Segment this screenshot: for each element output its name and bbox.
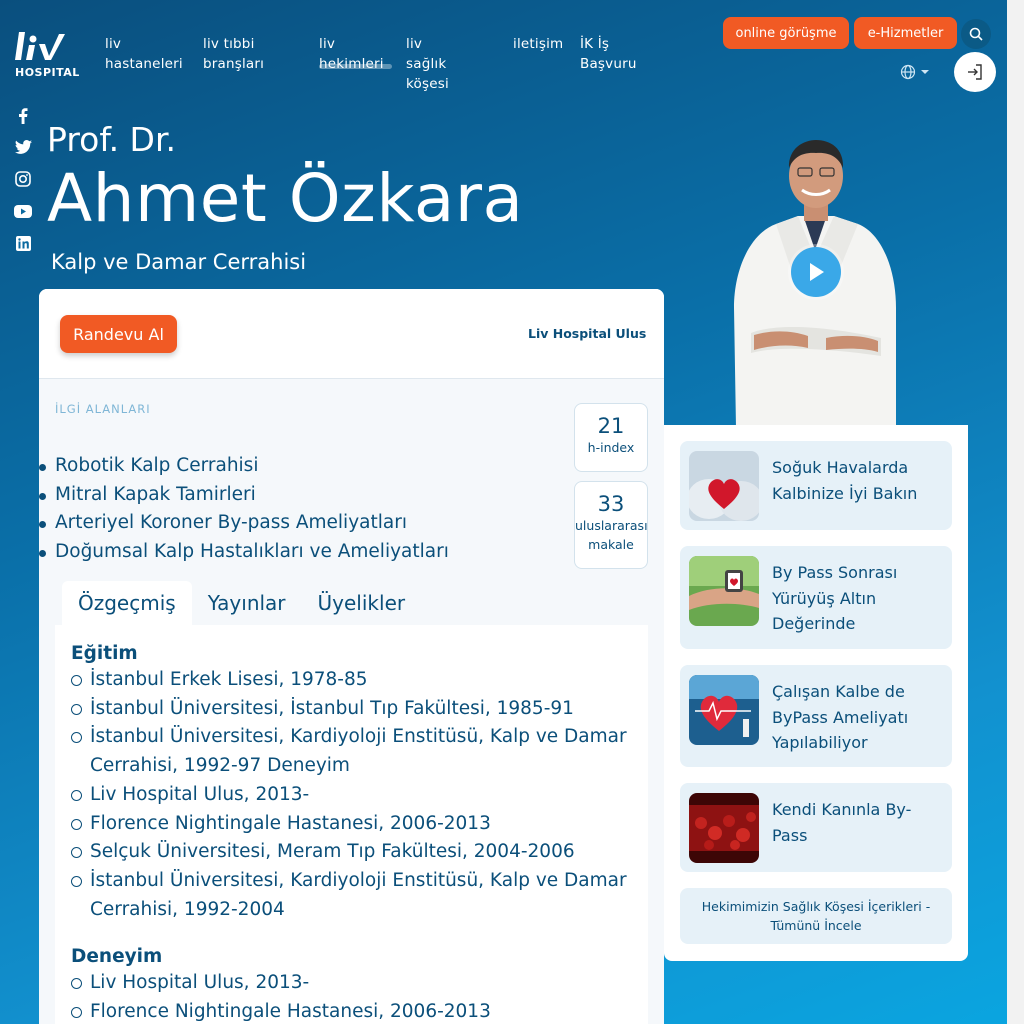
health-corner-card: Soğuk Havalarda Kalbinize İyi Bakın By P… [664,425,968,961]
list-item: Florence Nightingale Hastanesi, 2006-201… [71,810,632,839]
education-heading: Eğitim [71,643,138,664]
scrollbar[interactable] [1007,0,1024,1024]
play-icon [810,263,824,281]
list-item: İstanbul Üniversitesi, İstanbul Tıp Fakü… [71,695,632,724]
nav-item-iletisim[interactable]: iletişim [513,34,563,54]
article-count-stat: 33 uluslararası makale [574,481,648,569]
doctor-info-card: Randevu Al Liv Hospital Ulus İLGİ ALANLA… [39,289,664,1024]
stat-label: makale [588,537,634,552]
youtube-icon[interactable] [14,202,32,220]
search-icon [969,27,983,41]
list-item: Florence Nightingale Hastanesi, 2006-201… [71,998,632,1024]
nav-item-hekimler[interactable]: liv hekimleri [319,34,392,74]
list-item: Liv Hospital Ulus, 2013- [71,969,632,998]
nav-item-saglik-kosesi[interactable]: liv sağlık köşesi [406,34,449,94]
doctor-name: Ahmet Özkara [47,160,524,237]
nav-item-ik-basvuru[interactable]: İK İş Başvuru [580,34,637,74]
hospital-link[interactable]: Liv Hospital Ulus [528,326,646,341]
view-all-posts-button[interactable]: Hekimimizin Sağlık Köşesi İçerikleri - T… [680,888,952,944]
list-item: Mitral Kapak Tamirleri [39,481,449,510]
interests-list: Robotik Kalp Cerrahisi Mitral Kapak Tami… [39,452,449,567]
post-thumbnail [689,675,759,745]
randevu-al-button[interactable]: Randevu Al [60,315,177,353]
list-item: Selçuk Üniversitesi, Meram Tıp Fakültesi… [71,838,632,867]
nav-item-hastaneler[interactable]: liv hastaneleri [105,34,183,74]
stat-label: h-index [587,440,635,455]
tab-uyelikler[interactable]: Üyelikler [302,581,422,625]
stat-label: uluslararası [575,518,648,533]
linkedin-icon[interactable] [14,234,32,252]
post-card[interactable]: Kendi Kanınla By-Pass [680,783,952,872]
post-title: Kendi Kanınla By-Pass [772,800,912,845]
list-item: İstanbul Üniversitesi, Kardiyoloji Ensti… [71,867,632,924]
list-item: Liv Hospital Ulus, 2013- [71,781,632,810]
list-item: İstanbul Üniversitesi, Kardiyoloji Ensti… [71,723,632,780]
post-card[interactable]: Çalışan Kalbe de ByPass Ameliyatı Yapıla… [680,665,952,767]
card-header: Randevu Al Liv Hospital Ulus [39,289,664,379]
liv-hospital-logo[interactable]: HOSPITAL [15,30,83,82]
e-hizmetler-button[interactable]: e-Hizmetler [854,17,957,49]
login-button[interactable] [954,52,996,92]
instagram-icon[interactable] [14,170,32,188]
twitter-icon[interactable] [14,138,32,156]
caret-down-icon [921,70,929,74]
globe-icon [900,64,916,80]
doctor-specialty: Kalp ve Damar Cerrahisi [51,250,307,274]
stat-value: 33 [597,492,625,516]
language-selector[interactable] [900,64,930,80]
tab-ozgecmis[interactable]: Özgeçmiş [62,581,192,625]
h-index-stat: 21 h-index [574,403,648,472]
list-item: Arteriyel Koroner By-pass Ameliyatları [39,509,449,538]
facebook-icon[interactable] [14,107,32,125]
interests-heading: İLGİ ALANLARI [55,402,151,416]
list-item: Robotik Kalp Cerrahisi [39,452,449,481]
play-video-button[interactable] [791,247,841,297]
experience-heading: Deneyim [71,946,163,968]
search-button[interactable] [961,19,991,49]
post-thumbnail [689,793,759,863]
logo-text: HOSPITAL [15,66,80,79]
stat-value: 21 [597,414,625,438]
nav-item-branslar[interactable]: liv tıbbi branşları [203,34,264,74]
post-title: By Pass Sonrası Yürüyüş Altın Değerinde [772,563,898,634]
login-icon [968,64,982,80]
post-thumbnail [689,451,759,521]
post-card[interactable]: By Pass Sonrası Yürüyüş Altın Değerinde [680,546,952,649]
post-thumbnail [689,556,759,626]
ozgecmis-panel: Eğitim İstanbul Erkek Lisesi, 1978-85 İs… [55,625,648,1024]
post-card[interactable]: Soğuk Havalarda Kalbinize İyi Bakın [680,441,952,530]
education-list: İstanbul Erkek Lisesi, 1978-85 İstanbul … [71,666,632,924]
profile-tabs: Özgeçmiş Yayınlar Üyelikler [62,581,421,625]
list-item: Doğumsal Kalp Hastalıkları ve Ameliyatla… [39,538,449,567]
experience-list: Liv Hospital Ulus, 2013- Florence Nighti… [71,969,632,1024]
post-title: Çalışan Kalbe de ByPass Ameliyatı Yapıla… [772,682,909,753]
doctor-title: Prof. Dr. [47,120,176,159]
online-gorusme-button[interactable]: online görüşme [723,17,849,49]
post-title: Soğuk Havalarda Kalbinize İyi Bakın [772,458,918,503]
list-item: İstanbul Erkek Lisesi, 1978-85 [71,666,632,695]
tab-yayinlar[interactable]: Yayınlar [192,581,302,625]
